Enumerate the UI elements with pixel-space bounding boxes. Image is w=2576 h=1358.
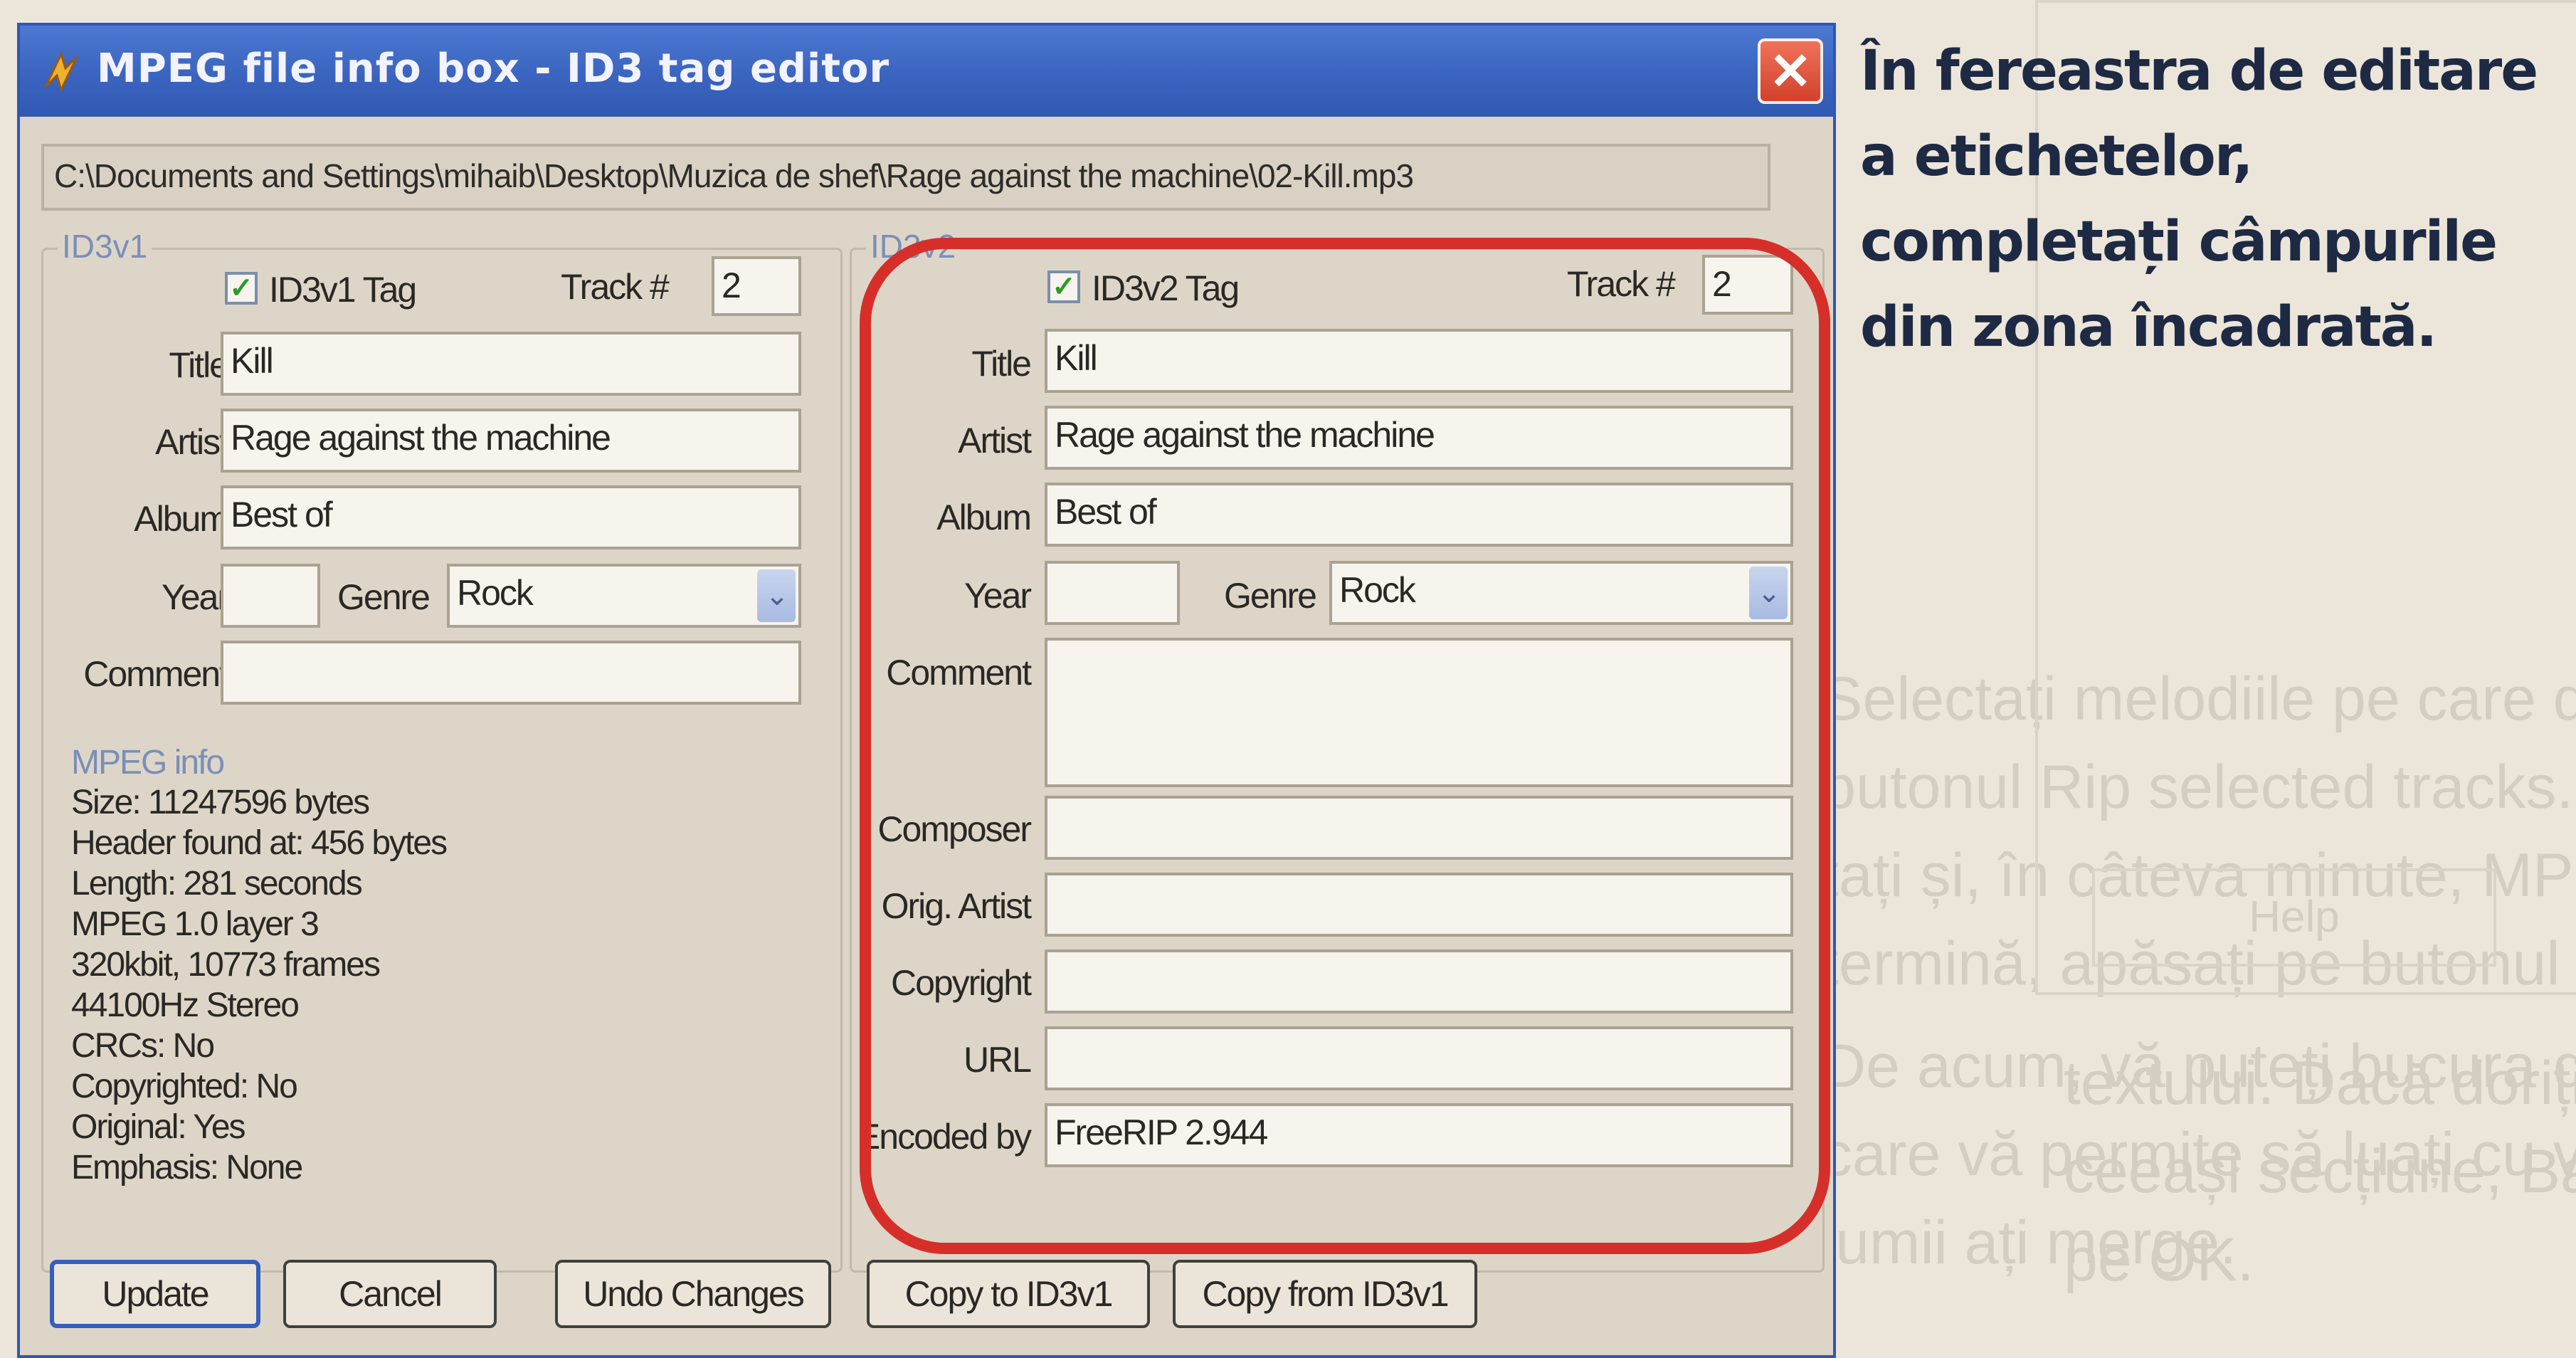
file-path-field[interactable]: C:\Documents and Settings\mihaib\Desktop… [41,144,1770,211]
app-icon [44,51,78,93]
window-title: MPEG file info box - ID3 tag editor [97,46,890,92]
mpeg-info-label: MPEG info [71,744,225,781]
id3v1-artist-label: Artist [155,422,229,462]
mpeg-info-line: 44100Hz Stereo [71,986,300,1024]
id3v1-year-label: Year [161,577,229,617]
close-icon: ✕ [1768,43,1812,100]
id3v1-album-label: Album [134,499,229,539]
background-help-button: Help [2092,868,2496,967]
id3v1-comment-input[interactable] [221,641,801,705]
undo-changes-button[interactable]: Undo Changes [555,1260,831,1328]
id3v1-tag-checkbox[interactable]: ✓ [225,272,258,305]
id3v1-title-label: Title [169,345,229,385]
id3v1-comment-label: Comment [83,654,229,694]
mpeg-info-line: 320kbit, 10773 frames [71,946,381,984]
id3v1-genre-select[interactable]: Rock ⌄ [447,564,801,628]
cancel-button[interactable]: Cancel [283,1260,497,1328]
mpeg-info-line: CRCs: No [71,1027,215,1065]
mpeg-info-line: Emphasis: None [71,1149,303,1186]
mpeg-info-line: Header found at: 456 bytes [71,824,448,862]
id3v1-album-input[interactable]: Best of [221,485,801,549]
id3v1-genre-label: Genre [337,577,431,617]
mpeg-info-line: Copyrighted: No [71,1068,298,1105]
title-bar[interactable]: MPEG file info box - ID3 tag editor ✕ [20,26,1833,117]
caption-text: În fereastra de editare a etichetelor, c… [1860,39,2538,359]
id3v1-tag-checkbox-label: ID3v1 Tag [269,270,417,310]
id3v1-artist-input[interactable]: Rage against the machine [221,409,801,473]
copy-to-id3v1-button[interactable]: Copy to ID3v1 [867,1260,1150,1328]
background-paragraph-right: textului. Dacă doriți ceeași secțiune, B… [2064,1049,2576,1294]
highlight-outline [860,238,1830,1254]
mpeg-info-line: Size: 11247596 bytes [71,784,370,821]
chevron-down-icon[interactable]: ⌄ [757,569,796,622]
id3v1-track-label: Track # [561,267,670,307]
id3v1-track-input[interactable]: 2 [712,256,801,316]
mpeg-info-line: Original: Yes [71,1108,246,1146]
id3v1-year-input[interactable] [221,564,320,628]
id3v1-group-label: ID3v1 [58,227,152,265]
id3-tag-editor-dialog: MPEG file info box - ID3 tag editor ✕ C:… [17,23,1836,1358]
id3v1-title-input[interactable]: Kill [221,332,801,396]
mpeg-info-line: Length: 281 seconds [71,865,363,902]
copy-from-id3v1-button[interactable]: Copy from ID3v1 [1173,1260,1477,1328]
mpeg-info-line: MPEG 1.0 layer 3 [71,905,320,943]
update-button[interactable]: Update [50,1260,260,1328]
id3v1-genre-value: Rock [457,573,534,613]
close-button[interactable]: ✕ [1758,38,1823,104]
